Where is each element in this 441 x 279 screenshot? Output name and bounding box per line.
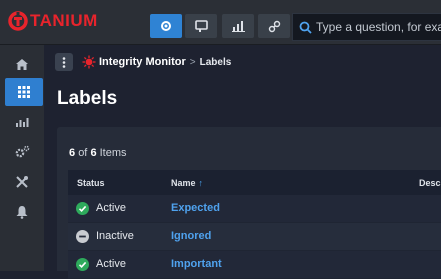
sidebar-item-tools[interactable]: [0, 168, 44, 196]
alerts-icon: [16, 206, 28, 219]
bar-chart-icon: [231, 21, 245, 32]
table-header: Status Name ↑ Desc: [68, 170, 441, 195]
integrity-monitor-icon: [82, 55, 96, 69]
item-count-suffix: Items: [99, 147, 127, 159]
brand-name: TANIUM: [30, 11, 98, 30]
label-name-link[interactable]: Ignored: [171, 230, 211, 242]
top-bar: TANIUM: [0, 0, 441, 45]
active-status-icon: [76, 258, 89, 271]
table-row[interactable]: Inactive Ignored: [68, 223, 441, 251]
reports-icon: [16, 118, 29, 127]
sidebar-item-home[interactable]: [0, 50, 44, 78]
page-title: Labels: [57, 88, 118, 109]
breadcrumb: Integrity Monitor > Labels: [44, 45, 441, 79]
breadcrumb-separator: >: [189, 56, 196, 68]
sort-ascending-icon: ↑: [198, 177, 204, 188]
inactive-status-icon: [76, 230, 89, 243]
column-header-name[interactable]: Name ↑: [171, 178, 203, 188]
labels-table: Status Name ↑ Desc Active Expected Inact…: [68, 170, 441, 279]
admin-gears-icon: [15, 145, 30, 158]
kebab-menu-icon: [62, 56, 66, 68]
active-status-icon: [76, 202, 89, 215]
table-body: Active Expected Inactive Ignored Active …: [68, 195, 441, 279]
item-count-word: of: [78, 147, 88, 159]
breadcrumb-module-link[interactable]: Integrity Monitor: [99, 56, 186, 68]
tanium-logo-icon: [8, 11, 28, 31]
status-text: Active: [96, 258, 126, 270]
sidebar-item-reports[interactable]: [0, 108, 44, 136]
tanium-logo[interactable]: TANIUM: [8, 10, 98, 32]
dashboard-button[interactable]: [185, 14, 217, 38]
tools-icon: [16, 176, 28, 188]
modules-grid-icon: [18, 86, 30, 98]
main-content: Integrity Monitor > Labels Labels 6 of 6…: [44, 45, 441, 279]
table-row[interactable]: Active Expected: [68, 195, 441, 223]
label-name-link[interactable]: Expected: [171, 202, 220, 214]
column-header-name-label: Name: [171, 177, 196, 188]
sidebar-item-alerts[interactable]: [0, 198, 44, 226]
sidebar-item-modules[interactable]: [5, 78, 43, 106]
home-icon: [16, 58, 28, 70]
item-count: 6 of 6 Items: [69, 147, 127, 159]
home-target-button[interactable]: [150, 14, 182, 38]
breadcrumb-current-page: Labels: [199, 56, 232, 68]
status-text: Inactive: [96, 230, 134, 242]
reports-button[interactable]: [222, 14, 254, 38]
sidebar: [0, 45, 44, 271]
sidebar-item-administration[interactable]: [0, 138, 44, 166]
table-row[interactable]: Active Important: [68, 251, 441, 279]
question-search-bar[interactable]: [292, 13, 441, 41]
status-text: Active: [96, 202, 126, 214]
module-menu-button[interactable]: [55, 53, 73, 71]
label-name-link[interactable]: Important: [171, 258, 222, 270]
question-search-input[interactable]: [312, 20, 441, 34]
column-header-description[interactable]: Desc: [419, 178, 441, 188]
connections-button[interactable]: [258, 14, 290, 38]
item-count-total: 6: [90, 147, 97, 159]
dashboard-icon: [194, 19, 208, 32]
link-icon: [268, 20, 280, 32]
column-header-status[interactable]: Status: [77, 178, 105, 188]
labels-panel: 6 of 6 Items Status Name ↑ Desc Active Ex…: [57, 127, 441, 279]
home-target-icon: [161, 21, 171, 31]
search-icon: [299, 21, 312, 34]
item-count-current: 6: [69, 147, 76, 159]
